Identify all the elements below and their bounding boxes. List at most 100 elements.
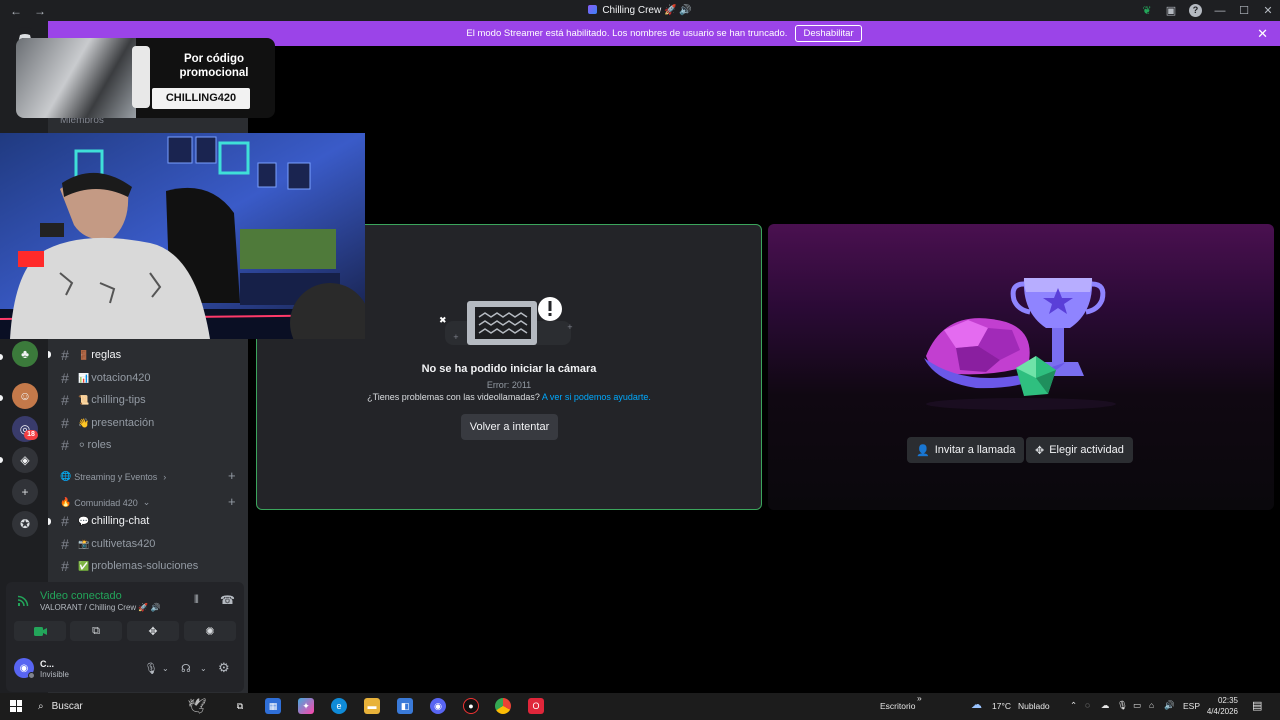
chevron-down-icon[interactable]: ⌄ <box>200 664 207 673</box>
chevron-down-icon[interactable]: ⌄ <box>162 664 169 673</box>
task-view-icon[interactable]: ⧉ <box>232 698 248 714</box>
disconnect-icon[interactable]: ☎ <box>220 593 235 607</box>
channel-reglas[interactable]: # 🚪 reglas <box>58 345 121 365</box>
activities-button[interactable]: ✥ <box>127 621 179 641</box>
hash-icon: # <box>61 392 69 408</box>
hash-icon: # <box>61 536 69 552</box>
microphone-icon[interactable]: 🎙 <box>144 662 158 675</box>
edge-icon[interactable]: e <box>331 698 347 714</box>
hash-icon: # <box>61 370 69 386</box>
search-icon: ⌕ <box>38 701 44 712</box>
weather-desc[interactable]: Nublado <box>1018 701 1050 711</box>
retry-button[interactable]: Volver a intentar <box>461 414 558 440</box>
channel-chilling-tips[interactable]: # 📜 chilling-tips <box>58 390 146 410</box>
tray-app-icon[interactable]: ◌ <box>1085 700 1090 710</box>
server-icon-4[interactable]: ◈ <box>12 447 38 473</box>
add-channel-icon[interactable]: + <box>228 494 236 509</box>
channel-votacion420[interactable]: # 📊 votacion420 <box>58 368 151 388</box>
search-label: Buscar <box>51 701 83 712</box>
category-streaming[interactable]: 🌐 Streaming y Eventos › <box>60 471 166 482</box>
screen-share-button[interactable]: ⧉ <box>70 621 122 641</box>
channel-name: votacion420 <box>91 372 151 384</box>
maximize-icon[interactable]: ☐ <box>1232 4 1256 17</box>
headphones-icon[interactable]: ☊ <box>181 662 191 675</box>
minimize-icon[interactable]: — <box>1208 5 1232 17</box>
hash-icon: # <box>61 558 69 574</box>
windows-start-icon[interactable] <box>10 700 22 712</box>
category-emoji: 🌐 <box>60 471 72 481</box>
language-indicator[interactable]: ESP <box>1183 701 1200 711</box>
server-icon-1[interactable]: ♣ <box>12 341 38 367</box>
notification-icon[interactable]: ▤ <box>1252 699 1262 712</box>
desktop-label[interactable]: Escritorio <box>880 701 915 711</box>
clock[interactable]: 02:35 4/4/2026 <box>1206 695 1238 717</box>
help-icon[interactable]: ? <box>1189 4 1202 17</box>
user-panel: ◉ C... Invisible 🎙 ⌄ ☊ ⌄ ⚙ <box>6 646 244 692</box>
hash-icon: # <box>61 437 69 453</box>
channel-emoji: ⚪ <box>78 439 86 450</box>
channel-cultivetas420[interactable]: # 📸 cultivetas420 <box>58 534 155 554</box>
server-icon-2[interactable]: ☺ <box>12 383 38 409</box>
nitro-leaf-icon[interactable]: ❦ <box>1135 4 1159 17</box>
noise-suppression-icon[interactable]: ⦀ <box>194 594 199 607</box>
chevron-up-icon[interactable]: » <box>917 693 922 703</box>
app-icon-red[interactable]: ● <box>463 698 479 714</box>
channel-name: presentación <box>91 417 155 429</box>
activity-label: Elegir actividad <box>1049 444 1124 456</box>
weather-temp[interactable]: 17°C <box>992 701 1011 711</box>
invite-label: Invitar a llamada <box>934 444 1016 456</box>
volume-icon[interactable]: 🔊 <box>1164 700 1175 711</box>
discover-icon[interactable]: ✪ <box>12 511 38 537</box>
server-unread-pip <box>0 395 3 401</box>
invite-call-button[interactable]: 👤 Invitar a llamada <box>907 437 1025 463</box>
choose-activity-button[interactable]: ✥ Elegir actividad <box>1026 437 1133 463</box>
store-icon[interactable]: ◧ <box>397 698 413 714</box>
add-server-icon[interactable]: + <box>12 479 38 505</box>
back-arrow-icon[interactable]: ← <box>10 4 22 18</box>
channel-problemas-soluciones[interactable]: # ✅ problemas-soluciones <box>58 556 198 576</box>
svg-text:+: + <box>567 323 573 331</box>
settings-gear-icon[interactable]: ⚙ <box>218 660 230 676</box>
username[interactable]: C... <box>40 659 54 669</box>
tray-chevron-icon[interactable]: ⌃ <box>1070 700 1077 711</box>
promo-code: CHILLING420 <box>152 88 250 109</box>
channel-emoji: 👋 <box>78 417 90 428</box>
channel-presentacion[interactable]: # 👋 presentación <box>58 413 154 433</box>
trophy-illustration <box>924 278 1116 410</box>
webcam-scene-image <box>0 133 365 339</box>
opera-icon[interactable]: O <box>528 698 544 714</box>
channel-emoji: 📜 <box>78 394 90 405</box>
category-comunidad[interactable]: 🔥 Comunidad 420 ⌄ <box>60 497 150 508</box>
voice-status[interactable]: Video conectado <box>40 590 122 602</box>
soundboard-button[interactable]: ✺ <box>184 621 236 641</box>
close-banner-icon[interactable]: ✕ <box>1257 26 1268 42</box>
help-link[interactable]: A ver si podemos ayudarte. <box>542 392 651 402</box>
tray-mic-icon[interactable]: 🎙 <box>1117 700 1128 711</box>
channel-name: chilling-chat <box>91 515 150 527</box>
tray-app-icon[interactable]: ☁ <box>1101 700 1110 711</box>
inbox-icon[interactable]: ▣ <box>1159 4 1183 17</box>
title-bar: ← → Chilling Crew 🚀 🔊 ❦ ▣ ? — ☐ ✕ <box>0 0 1280 21</box>
add-channel-icon[interactable]: + <box>228 468 236 483</box>
widgets-icon[interactable]: ▦ <box>265 698 281 714</box>
network-icon[interactable]: ⌂ <box>1149 700 1154 710</box>
disable-streamer-button[interactable]: Deshabilitar <box>795 25 862 42</box>
channel-chilling-chat[interactable]: # 💬 chilling-chat <box>58 511 149 531</box>
tray-app-icon[interactable]: ▭ <box>1133 700 1141 711</box>
user-status: Invisible <box>40 670 69 679</box>
signal-icon[interactable] <box>17 595 30 609</box>
voice-location[interactable]: VALORANT / Chilling Crew 🚀 🔊 <box>40 603 161 612</box>
camera-error-title: No se ha podido iniciar la cámara <box>421 363 597 375</box>
camera-button[interactable] <box>14 621 66 641</box>
banner-message: El modo Streamer está habilitado. Los no… <box>466 28 788 39</box>
copilot-icon[interactable]: ✦ <box>298 698 314 714</box>
close-window-icon[interactable]: ✕ <box>1256 4 1280 17</box>
file-explorer-icon[interactable]: ▬ <box>364 698 380 714</box>
phone-graphic <box>132 46 150 108</box>
forward-arrow-icon[interactable]: → <box>34 4 46 18</box>
promo-photo <box>16 38 136 118</box>
channel-roles[interactable]: # ⚪ roles <box>58 435 111 455</box>
search-highlight-bird-icon[interactable]: 🕊 <box>174 698 220 715</box>
discord-taskbar-icon[interactable]: ◉ <box>430 698 446 714</box>
chrome-icon[interactable] <box>495 698 511 714</box>
